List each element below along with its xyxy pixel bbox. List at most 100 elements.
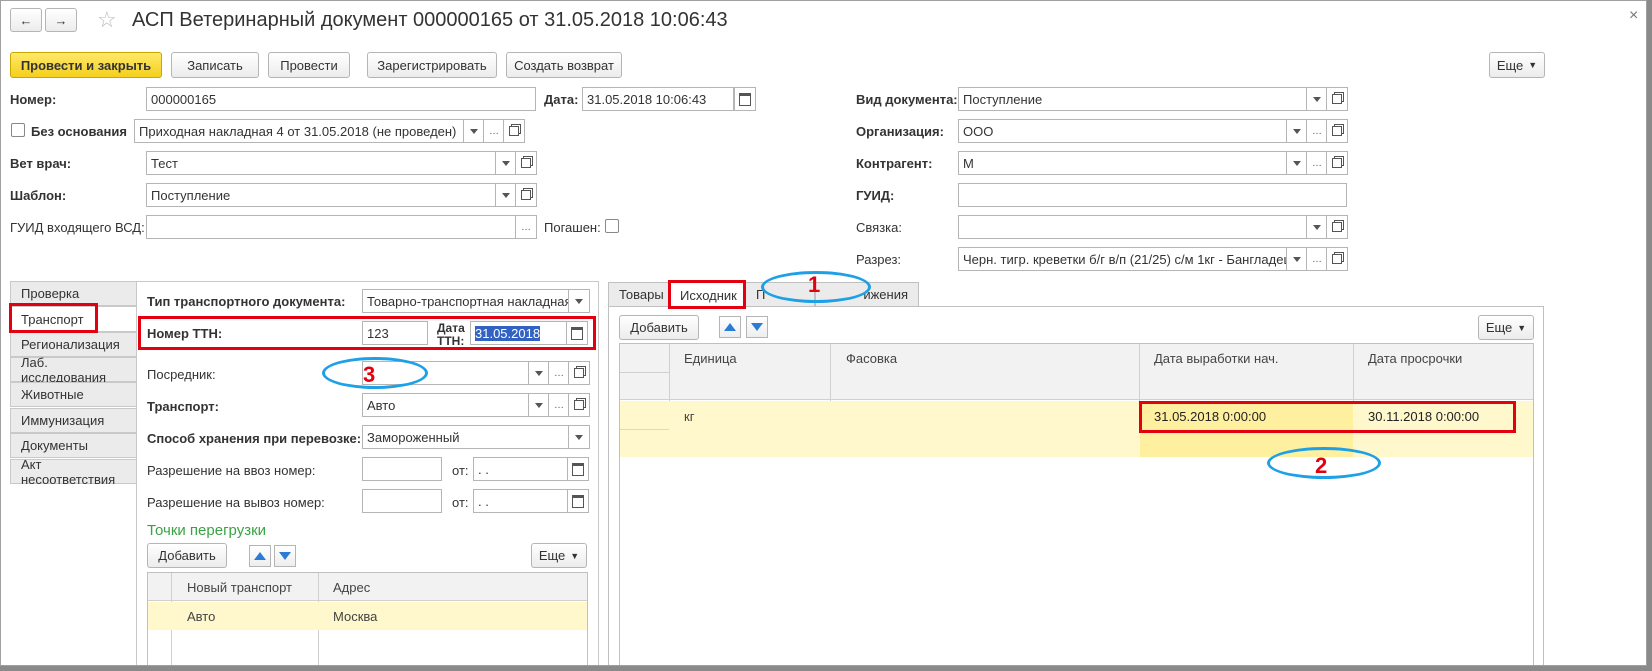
template-dropdown-icon[interactable] [495,183,517,207]
export-permit-label: Разрешение на вывоз номер: [147,495,325,510]
reload-points-title: Точки перегрузки [147,522,267,539]
date-field[interactable]: 31.05.2018 10:06:43 [582,87,734,111]
import-permit-field[interactable] [362,457,442,481]
source-more-button[interactable]: Еще ▼ [1478,315,1534,340]
document-window: ← → ☆ АСП Ветеринарный документ 00000016… [0,0,1647,666]
back-button[interactable]: ← [10,8,42,32]
contractor-dropdown-icon[interactable] [1286,151,1308,175]
vet-field[interactable]: Тест [146,151,496,175]
export-permit-field[interactable] [362,489,442,513]
tab-lab-research[interactable]: Лаб. исследования [10,355,137,385]
reload-add-button[interactable]: Добавить [147,543,227,568]
repaid-label: Погашен: [544,220,601,235]
no-basis-checkbox[interactable] [11,123,25,137]
transport-doc-type-dropdown-icon[interactable] [568,289,590,313]
number-label: Номер: [10,92,57,107]
org-select-button[interactable]: … [1306,119,1328,143]
transport-field[interactable]: Авто [362,393,530,417]
contractor-open-icon[interactable] [1326,151,1348,175]
doc-type-field[interactable]: Поступление [958,87,1308,111]
basis-field[interactable]: Приходная накладная 4 от 31.05.2018 (не … [134,119,464,143]
transport-doc-type-label: Тип транспортного документа: [147,294,346,309]
create-return-button[interactable]: Создать возврат [506,52,622,78]
chevron-down-icon: ▼ [1517,322,1527,333]
tab-nonconformity-act[interactable]: Акт несоответствия [10,457,137,487]
cut-open-icon[interactable] [1326,247,1348,271]
tab-documents[interactable]: Документы [10,433,137,458]
reload-more-button[interactable]: Еще ▼ [531,543,587,568]
import-date-field[interactable]: . . [473,457,569,481]
contractor-field[interactable]: М [958,151,1288,175]
link-field[interactable] [958,215,1308,239]
register-button[interactable]: Зарегистрировать [367,52,497,78]
source-move-up-button[interactable] [719,316,741,338]
close-icon[interactable]: × [1629,7,1638,25]
cut-select-button[interactable]: … [1306,247,1328,271]
link-dropdown-icon[interactable] [1306,215,1328,239]
arrow-left-icon: ← [19,12,33,28]
import-from-label: от: [452,463,469,478]
source-add-button[interactable]: Добавить [619,315,699,340]
intermediary-dropdown-icon[interactable] [528,361,550,385]
arrow-up-icon [254,552,266,560]
col-new-transport: Новый транспорт [187,580,293,595]
transport-doc-type-field[interactable]: Товарно-транспортная накладная [362,289,570,313]
template-label: Шаблон: [10,188,67,203]
chevron-down-icon: ▼ [1528,60,1538,70]
guid-field[interactable] [958,183,1347,207]
post-and-close-button[interactable]: Провести и закрыть [10,52,162,78]
col-expiry: Дата просрочки [1368,351,1463,366]
guid-in-field[interactable] [146,215,516,239]
number-field[interactable]: 000000165 [146,87,536,111]
transport-select-button[interactable]: … [548,393,570,417]
vet-open-icon[interactable] [515,151,537,175]
favorite-star-icon[interactable]: ☆ [97,7,117,33]
template-field[interactable]: Поступление [146,183,496,207]
transport-open-icon[interactable] [568,393,590,417]
tab-animals[interactable]: Животные [10,382,137,407]
import-calendar-icon[interactable] [567,457,589,481]
contractor-select-button[interactable]: … [1306,151,1328,175]
intermediary-select-button[interactable]: … [548,361,570,385]
reload-move-up-button[interactable] [249,545,271,567]
no-basis-label: Без основания [31,124,127,139]
cut-field[interactable]: Черн. тигр. креветки б/г в/п (21/25) с/м… [958,247,1288,271]
tab-immunization[interactable]: Иммунизация [10,408,137,433]
calendar-icon[interactable] [734,87,756,111]
arrow-down-icon [279,552,291,560]
doc-type-open-icon[interactable] [1326,87,1348,111]
template-open-icon[interactable] [515,183,537,207]
basis-dropdown-icon[interactable] [463,119,485,143]
save-button[interactable]: Записать [171,52,259,78]
repaid-checkbox[interactable] [605,219,619,233]
more-button[interactable]: Еще ▼ [1489,52,1545,78]
basis-select-button[interactable]: … [483,119,505,143]
storage-dropdown-icon[interactable] [568,425,590,449]
tab-goods[interactable]: Товары [608,282,669,306]
transport-dropdown-icon[interactable] [528,393,550,417]
guid-in-label: ГУИД входящего ВСД: [10,220,145,235]
reload-move-down-button[interactable] [274,545,296,567]
highlight-ttn-row [138,316,596,350]
cut-dropdown-icon[interactable] [1286,247,1308,271]
window-title: АСП Ветеринарный документ 000000165 от 3… [132,9,728,31]
link-open-icon[interactable] [1326,215,1348,239]
vet-dropdown-icon[interactable] [495,151,517,175]
row-address: Москва [333,609,378,624]
intermediary-label: Посредник: [147,367,216,382]
org-field[interactable]: ООО [958,119,1288,143]
doc-type-dropdown-icon[interactable] [1306,87,1328,111]
storage-field[interactable]: Замороженный [362,425,570,449]
source-move-down-button[interactable] [746,316,768,338]
tab-regionalization[interactable]: Регионализация [10,332,137,357]
org-open-icon[interactable] [1326,119,1348,143]
post-button[interactable]: Провести [268,52,350,78]
export-calendar-icon[interactable] [567,489,589,513]
export-date-field[interactable]: . . [473,489,569,513]
org-dropdown-icon[interactable] [1286,119,1308,143]
intermediary-open-icon[interactable] [568,361,590,385]
guid-in-select-button[interactable]: … [515,215,537,239]
col-unit: Единица [684,351,737,366]
basis-open-icon[interactable] [503,119,525,143]
forward-button[interactable]: → [45,8,77,32]
